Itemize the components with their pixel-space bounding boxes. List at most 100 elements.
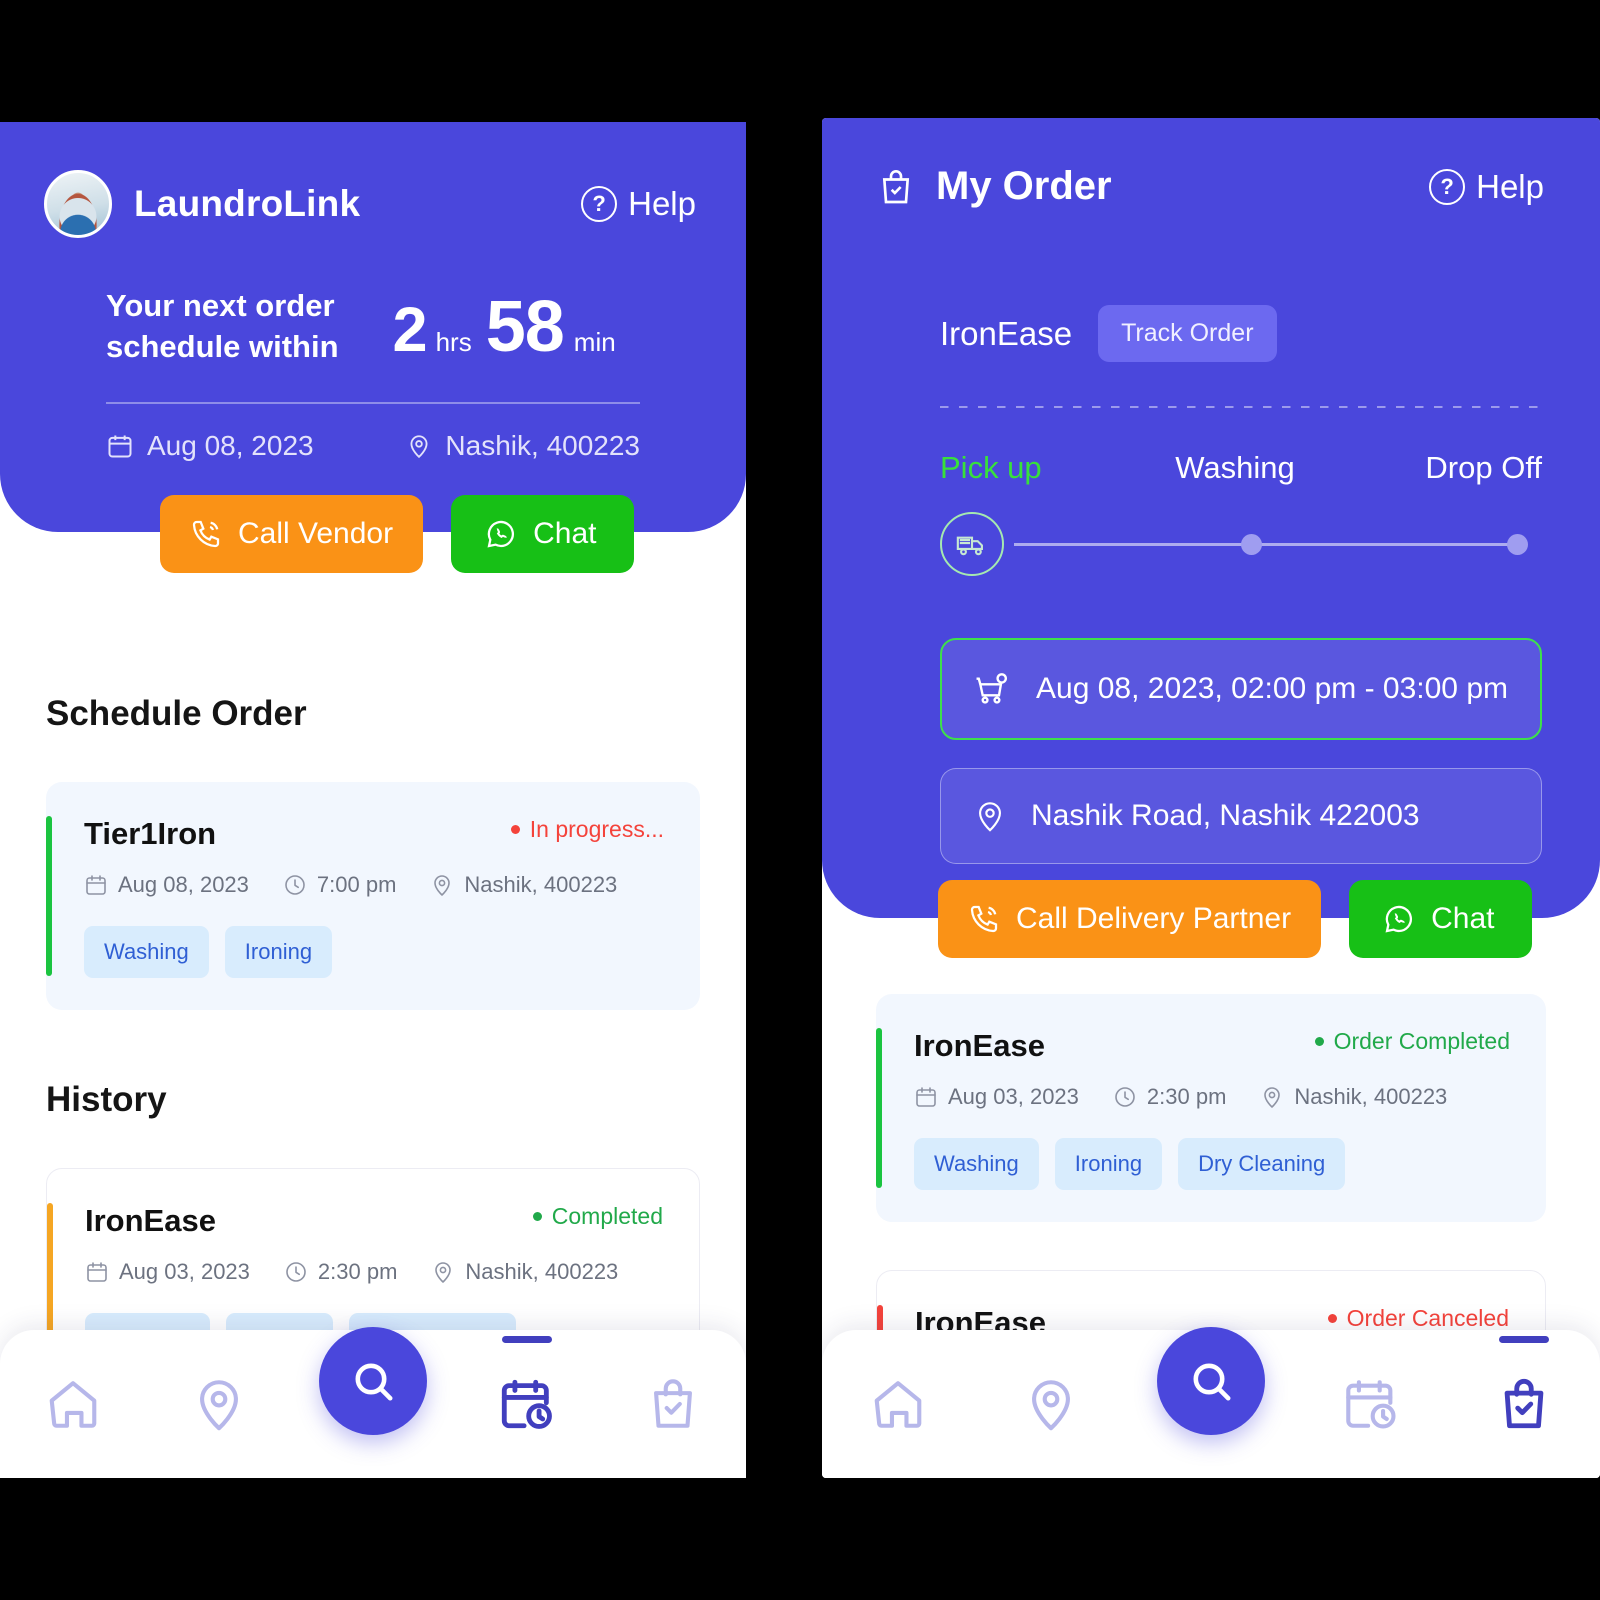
nav-search-fab[interactable] [319,1327,427,1435]
order-card-header: Tier1Iron In progress... [84,816,664,852]
order-location-label: Nashik, 400223 [465,1259,619,1284]
brand-block: LaundroLink [44,170,360,238]
order-status-label: Order Completed [1333,1028,1510,1054]
home-hero-actions: Call Vendor Chat [160,495,635,573]
countdown-minutes: 58 [485,287,565,367]
order-date: Aug 03, 2023 [85,1259,250,1285]
home-hero-header: LaundroLink ? Help Your next order sched… [0,122,746,532]
status-dot [510,825,520,834]
countdown-hours-unit: hrs [435,327,472,357]
order-date: Aug 08, 2023 [84,872,249,898]
shopping-bag-check-icon [882,169,910,203]
call-delivery-partner-button[interactable]: Call Delivery Partner [938,880,1322,958]
clock-icon [1115,1087,1135,1107]
bottom-navigation-my-order [822,1327,1600,1478]
order-time-label: 2:30 pm [317,1259,398,1284]
order-card-header: IronEase Order Completed [914,1028,1510,1064]
schedule-order-list: Tier1Iron In progress... Aug 08, 2023 7:00 … [46,782,700,1010]
phone-ring-icon [192,520,220,548]
map-pin-icon [1264,1087,1281,1108]
order-time: 2:30 pm [284,1259,398,1285]
order-card[interactable]: Tier1Iron In progress... Aug 08, 2023 7:00 … [46,782,700,1010]
service-chip: Ironing [224,926,333,978]
call-vendor-button[interactable]: Call Vendor [160,495,424,573]
countdown-minutes-unit: min [573,327,616,357]
order-location-label: Nashik, 400223 [464,872,618,897]
calendar-icon [87,1262,107,1282]
order-card[interactable]: IronEase Order Completed Aug 03, 2023 2:30 … [876,994,1546,1222]
chat-button[interactable]: Chat [451,495,635,573]
order-date: Aug 03, 2023 [914,1084,1079,1110]
track-order-button[interactable]: Track Order [1098,305,1277,362]
track-progress-bar [940,512,1542,578]
user-avatar-photo[interactable] [44,170,112,238]
phone-screen-home: LaundroLink ? Help Your next order sched… [0,122,746,1478]
help-button[interactable]: ? Help [581,185,696,223]
question-circle-icon: ? [1429,168,1466,205]
chat-button[interactable]: Chat [1349,880,1533,958]
help-label: Help [1476,167,1544,205]
map-pin-icon [434,875,451,896]
nav-item-calendar-clock[interactable] [481,1336,573,1450]
phone-ring-icon [970,905,998,933]
pickup-slot-box[interactable]: Aug 08, 2023, 02:00 pm - 03:00 pm [940,638,1542,740]
service-chip: Ironing [1054,1138,1163,1190]
nav-item-calendar-clock[interactable] [1325,1358,1417,1450]
whatsapp-icon [1385,905,1413,933]
calendar-icon [108,435,132,458]
search-icon [355,1363,393,1401]
order-date-label: Aug 08, 2023 [118,872,249,897]
nav-item-shopping-bag-check[interactable] [1478,1336,1570,1450]
order-status-accent-bar [46,816,52,976]
delivery-truck-icon [940,512,1004,576]
nav-item-home[interactable] [852,1358,944,1450]
hero-meta-row: Aug 08, 2023 Nashik, 400223 [0,404,746,462]
chat-label: Chat [1431,902,1495,935]
order-location: Nashik, 400223 [1260,1084,1447,1110]
help-label: Help [628,185,696,222]
step-label-washing: Washing [1175,450,1295,485]
order-status-badge: Completed [532,1203,663,1230]
map-pin-icon [435,1262,452,1283]
order-time: 7:00 pm [283,872,397,898]
order-meta-row: Aug 03, 2023 2:30 pm Nashik, 400223 [914,1084,1510,1110]
nav-item-map-pin[interactable] [1005,1358,1097,1450]
nav-active-indicator [502,1336,552,1343]
order-date-label: Aug 03, 2023 [948,1084,1079,1109]
hero-location-label: Nashik, 400223 [445,429,640,461]
history-title: History [46,1080,167,1119]
nav-item-home[interactable] [27,1358,119,1450]
search-icon [1193,1363,1231,1401]
order-location: Nashik, 400223 [431,1259,618,1285]
hero-location: Nashik, 400223 [406,430,640,462]
pickup-slot-label: Aug 08, 2023, 02:00 pm - 03:00 pm [1036,672,1508,705]
screenshot-stage: LaundroLink ? Help Your next order sched… [0,0,1600,1600]
countdown-row: Your next order schedule within 2 hrs 58… [0,238,746,368]
service-chip: Washing [84,926,209,978]
calendar-icon [916,1087,936,1107]
my-order-hero-actions: Call Delivery Partner Chat [938,880,1533,958]
map-pin-icon [200,1380,238,1431]
nav-search-fab[interactable] [1156,1327,1265,1435]
my-order-hero-header: My Order ? Help IronEase Track Order Pic… [822,118,1600,918]
order-service-chips: Washing Ironing [84,926,664,978]
order-meta-row: Aug 03, 2023 2:30 pm Nashik, 400223 [85,1259,663,1285]
calendar-clock-icon [501,1379,552,1429]
shopping-bag-check-icon [654,1379,692,1428]
order-time-label: 7:00 pm [316,872,397,897]
countdown-label-line1: Your next order [106,288,335,324]
nav-item-map-pin[interactable] [173,1358,265,1450]
service-chip: Dry Cleaning [1178,1138,1346,1190]
help-button[interactable]: ? Help [1429,168,1544,206]
track-section: IronEase Track Order Pick up Washing Dro… [822,209,1600,578]
map-pin-icon [1031,1380,1070,1431]
home-icon [49,1381,97,1428]
nav-item-shopping-bag-check[interactable] [627,1358,719,1450]
track-vendor-name: IronEase [940,314,1073,352]
order-status-badge: In progress... [510,816,664,843]
order-status-label: Order Canceled [1346,1305,1509,1331]
countdown-label: Your next order schedule within [106,286,339,368]
order-card-header: IronEase Completed [85,1203,663,1239]
service-chip: Washing [914,1138,1039,1190]
pickup-address-box[interactable]: Nashik Road, Nashik 422003 [940,768,1542,864]
